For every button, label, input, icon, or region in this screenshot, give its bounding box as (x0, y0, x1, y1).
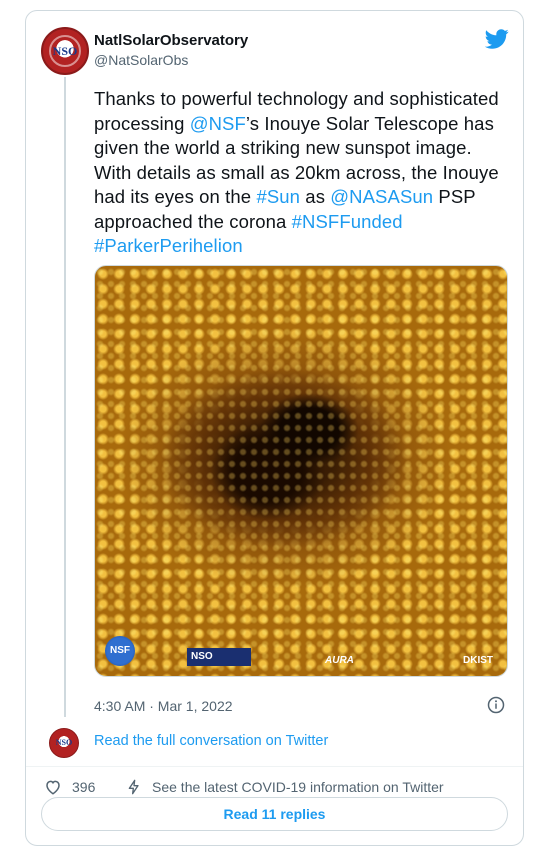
nso-logo: NSO (187, 648, 251, 666)
avatar-logo-text: NSO (52, 44, 78, 58)
twitter-bird-icon[interactable] (485, 27, 509, 51)
read-replies-button[interactable]: Read 11 replies (41, 797, 508, 831)
heart-icon (46, 780, 60, 795)
hashtag-parkerperihelion-link[interactable]: #ParkerPerihelion (94, 235, 243, 256)
like-action[interactable]: 396 (44, 778, 95, 796)
nsf-logo: NSF (105, 636, 135, 666)
mention-nasasun-link[interactable]: @NASASun (330, 186, 433, 207)
author-handle[interactable]: @NatSolarObs (94, 52, 188, 68)
tweet-timestamp[interactable]: 4:30 AM · Mar 1, 2022 (94, 698, 508, 714)
tweet-text: Thanks to powerful technology and sophis… (94, 87, 514, 259)
tweet-card: NSO NatlSolarObservatory @NatSolarObs Th… (25, 10, 524, 846)
author-display-name[interactable]: NatlSolarObservatory (94, 32, 248, 49)
tweet-text-segment: as (300, 186, 331, 207)
image-texture (95, 266, 507, 676)
sunspot-image[interactable]: NSF NSO AURA DKIST (94, 265, 508, 677)
aura-logo: AURA (325, 655, 354, 666)
thread-line (64, 77, 66, 717)
author-avatar[interactable]: NSO (41, 27, 89, 75)
covid-info-text: See the latest COVID-19 information on T… (152, 779, 444, 795)
like-count: 396 (72, 779, 96, 795)
dkist-logo: DKIST (463, 655, 493, 666)
avatar-logo-text: NSO (55, 738, 73, 747)
lightning-icon (128, 779, 139, 795)
divider (26, 766, 523, 767)
hashtag-sun-link[interactable]: #Sun (256, 186, 300, 207)
read-conversation-link[interactable]: Read the full conversation on Twitter (94, 733, 328, 749)
info-icon[interactable] (487, 696, 505, 714)
covid-info-link[interactable]: See the latest COVID-19 information on T… (126, 778, 444, 796)
author-avatar-small[interactable]: NSO (49, 728, 79, 758)
hashtag-nsffunded-link[interactable]: #NSFFunded (292, 211, 403, 232)
mention-nsf-link[interactable]: @NSF (190, 113, 246, 134)
